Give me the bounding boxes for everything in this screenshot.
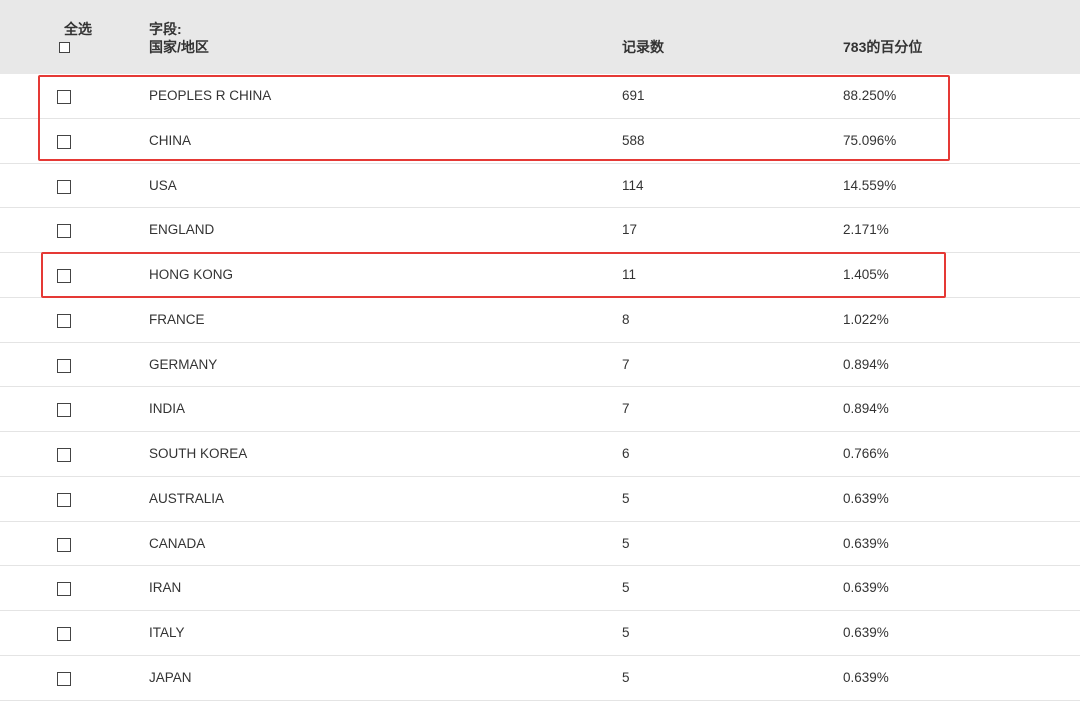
table-row: JAPAN 5 0.639% [0,656,1080,701]
table-row: INDIA 7 0.894% [0,387,1080,432]
row-checkbox[interactable] [57,134,71,149]
record-count-cell: 8 [622,311,630,327]
select-all-checkbox[interactable] [59,42,70,53]
percentage-cell: 0.639% [843,669,889,685]
table-header: 全选 字段: 国家/地区 记录数 783的百分位 [0,0,1080,74]
column-header-record-count[interactable]: 记录数 [622,39,664,55]
row-checkbox[interactable] [57,269,71,283]
record-count-cell: 17 [622,222,638,238]
field-label: 字段: [149,21,182,37]
country-cell: SOUTH KOREA [149,446,248,461]
table-row: AUSTRALIA 5 0.639% [0,477,1080,522]
row-checkbox[interactable] [57,403,71,418]
row-checkbox[interactable] [57,224,71,239]
record-count-cell: 5 [622,669,630,685]
row-checkbox[interactable] [57,90,71,104]
record-count-cell: 114 [622,177,644,193]
record-count-cell: 7 [622,401,630,417]
record-count-cell: 691 [622,88,645,103]
column-header-percentage[interactable]: 783的百分位 [843,39,922,55]
table-row: GERMANY 7 0.894% [0,343,1080,388]
row-checkbox[interactable] [57,358,71,373]
country-cell: AUSTRALIA [149,490,225,506]
table-row: HONG KONG 11 1.405% [0,253,1080,298]
percentage-cell: 2.171% [843,222,889,238]
row-checkbox[interactable] [57,582,71,597]
percentage-cell: 0.639% [843,535,889,551]
results-table-body: PEOPLES R CHINA 691 88.250% CHINA 588 75.096%… [0,74,1080,701]
percentage-cell: 1.022% [843,311,889,327]
country-cell: JAPAN [149,669,192,685]
country-cell: FRANCE [149,311,205,327]
table-row: PEOPLES R CHINA 691 88.250% [0,74,1080,119]
record-count-cell: 588 [622,132,645,148]
percentage-cell: 0.639% [843,490,889,506]
percentage-cell: 0.639% [843,625,889,640]
table-row: ENGLAND 17 2.171% [0,208,1080,253]
percentage-cell: 0.766% [843,446,889,461]
table-row: CANADA 5 0.639% [0,522,1080,567]
row-checkbox[interactable] [57,537,71,552]
row-checkbox[interactable] [57,448,71,462]
row-checkbox[interactable] [57,671,71,686]
row-checkbox[interactable] [57,179,71,194]
column-header-country[interactable]: 国家/地区 [149,39,209,55]
table-row: USA 114 14.559% [0,164,1080,209]
record-count-cell: 5 [622,490,630,506]
percentage-cell: 75.096% [843,132,897,148]
percentage-cell: 1.405% [843,267,889,282]
record-count-cell: 7 [622,356,630,372]
country-cell: CANADA [149,535,206,551]
table-row: ITALY 5 0.639% [0,611,1080,656]
table-row: SOUTH KOREA 6 0.766% [0,432,1080,477]
table-row: IRAN 5 0.639% [0,566,1080,611]
country-cell: INDIA [149,401,186,417]
table-row: CHINA 588 75.096% [0,119,1080,164]
select-all-label: 全选 [64,21,92,37]
record-count-cell: 5 [622,625,630,640]
country-cell: HONG KONG [149,267,234,282]
country-cell: PEOPLES R CHINA [149,88,272,103]
country-cell: CHINA [149,132,192,148]
country-cell: USA [149,177,177,193]
row-checkbox[interactable] [57,627,71,641]
percentage-cell: 0.894% [843,356,889,372]
country-cell: GERMANY [149,356,218,372]
country-cell: IRAN [149,580,182,596]
country-cell: ITALY [149,625,185,640]
percentage-cell: 88.250% [843,88,897,103]
row-checkbox[interactable] [57,492,71,507]
record-count-cell: 11 [622,267,637,282]
record-count-cell: 6 [622,446,630,461]
table-row: FRANCE 8 1.022% [0,298,1080,343]
percentage-cell: 14.559% [843,177,897,193]
percentage-cell: 0.894% [843,401,889,417]
row-checkbox[interactable] [57,313,71,328]
record-count-cell: 5 [622,580,630,596]
percentage-cell: 0.639% [843,580,889,596]
record-count-cell: 5 [622,535,630,551]
country-cell: ENGLAND [149,222,215,238]
